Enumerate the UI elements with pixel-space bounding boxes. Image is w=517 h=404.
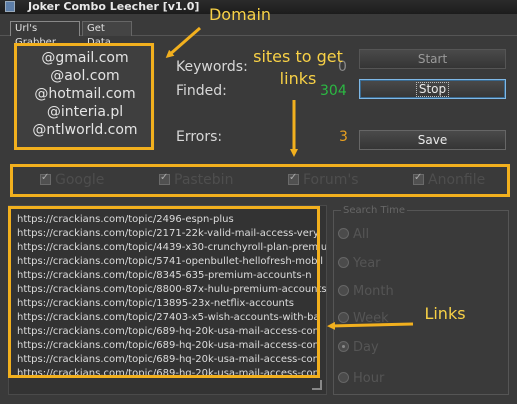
radio-month[interactable]: Month: [338, 284, 394, 299]
search-time-title: Search Time: [341, 205, 408, 216]
radio-icon[interactable]: [338, 312, 349, 323]
annotation-links: Links: [424, 304, 466, 323]
radio-all[interactable]: All: [338, 227, 369, 242]
stop-button[interactable]: Stop: [359, 79, 506, 99]
radio-week[interactable]: Week: [338, 311, 389, 326]
radio-label: Week: [353, 311, 389, 326]
tab-get-data[interactable]: Get Data: [82, 21, 132, 48]
stop-button-label: Stop: [415, 82, 450, 97]
annotation-sites-line2: links: [279, 69, 317, 88]
domain-highlight-box: [14, 43, 154, 150]
app-icon: [5, 1, 15, 12]
window-title: Joker Combo Leecher [v1.0]: [28, 0, 200, 13]
errors-label: Errors:: [176, 129, 223, 145]
annotation-domain: Domain: [208, 5, 272, 24]
tab-urls-grabber[interactable]: Url's Grabber: [10, 21, 80, 48]
radio-label: Year: [353, 256, 381, 271]
errors-value: 3: [339, 129, 348, 145]
radio-label: Hour: [353, 371, 385, 386]
links-highlight-box: [8, 206, 320, 378]
keywords-label: Keywords:: [176, 59, 248, 75]
radio-icon[interactable]: [338, 372, 349, 383]
radio-label: Month: [353, 284, 394, 299]
radio-label: All: [353, 227, 370, 242]
finded-label: Finded:: [176, 83, 227, 99]
save-button[interactable]: Save: [359, 130, 506, 150]
radio-hour[interactable]: Hour: [338, 371, 384, 386]
radio-selected-icon[interactable]: [338, 341, 349, 352]
radio-icon[interactable]: [338, 257, 349, 268]
resize-grip-icon[interactable]: [312, 380, 322, 390]
annotation-sites-line1: sites to get: [253, 47, 343, 66]
radio-day[interactable]: Day: [338, 340, 379, 355]
sites-highlight-box: [10, 164, 510, 197]
radio-icon[interactable]: [338, 228, 349, 239]
radio-label: Day: [353, 340, 379, 355]
radio-year[interactable]: Year: [338, 256, 381, 271]
radio-icon[interactable]: [338, 285, 349, 296]
start-button[interactable]: Start: [359, 49, 506, 69]
